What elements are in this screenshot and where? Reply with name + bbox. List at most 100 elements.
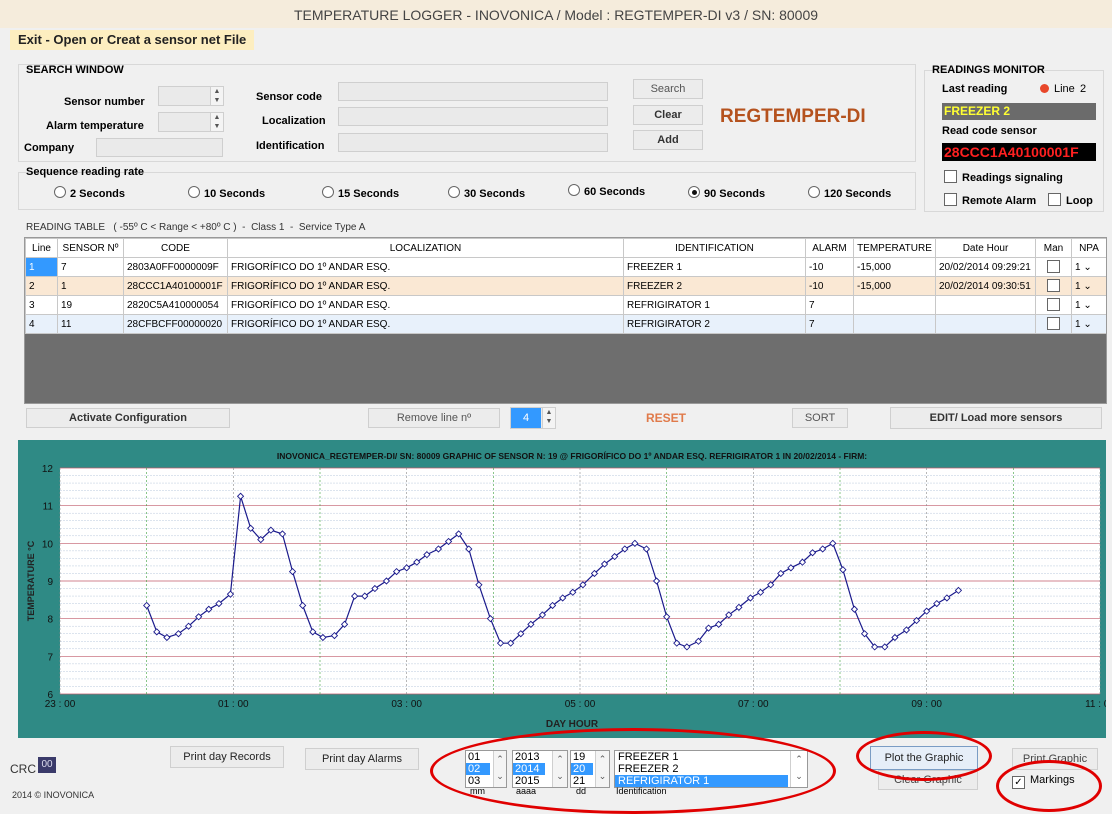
readings-signaling-checkbox[interactable]: Readings signaling	[944, 170, 1063, 184]
column-header[interactable]: CODE	[123, 238, 228, 258]
column-header[interactable]: Date Hour	[935, 238, 1036, 258]
exit-open-file-menu[interactable]: Exit - Open or Creat a sensor net File	[10, 30, 255, 50]
alarm-cell[interactable]: 7	[805, 314, 854, 334]
spinner-arrows-icon[interactable]: ▲ ▼	[542, 408, 555, 428]
radio-icon[interactable]	[54, 186, 66, 198]
column-header[interactable]: Line	[25, 238, 58, 258]
temperature-cell[interactable]: -15,000	[853, 257, 936, 277]
remote-alarm-checkbox[interactable]: Remote Alarm	[944, 193, 1036, 207]
identification-cell[interactable]: REFRIGIRATOR 1	[623, 295, 806, 315]
table-row[interactable]: 4 11 28CFBCFF00000020 FRIGORÍFICO DO 1º …	[25, 314, 1106, 334]
line-cell[interactable]: 2	[25, 276, 58, 296]
column-header[interactable]: ALARM	[805, 238, 854, 258]
temperature-cell[interactable]: -15,000	[853, 276, 936, 296]
column-header[interactable]: SENSOR Nº	[57, 238, 124, 258]
alarm-cell[interactable]: 7	[805, 295, 854, 315]
code-cell[interactable]: 28CFBCFF00000020	[123, 314, 228, 334]
checkbox-icon[interactable]	[1047, 298, 1060, 311]
edit-load-sensors-button[interactable]: EDIT/ Load more sensors	[890, 407, 1102, 429]
remove-line-spinner[interactable]: 4 ▲ ▼	[510, 407, 556, 429]
checkbox-icon[interactable]	[1048, 193, 1061, 206]
column-header[interactable]: LOCALIZATION	[227, 238, 624, 258]
date-cell[interactable]: 20/02/2014 09:29:21	[935, 257, 1036, 277]
rate-option-120s[interactable]: 120 Seconds	[808, 186, 891, 200]
code-cell[interactable]: 2820C5A410000054	[123, 295, 228, 315]
add-button[interactable]: Add	[633, 130, 703, 150]
radio-icon[interactable]	[448, 186, 460, 198]
activate-configuration-button[interactable]: Activate Configuration	[26, 408, 230, 428]
radio-icon[interactable]	[188, 186, 200, 198]
identification-cell[interactable]: FREEZER 2	[623, 276, 806, 296]
npa-cell[interactable]: 1 ⌄	[1071, 276, 1106, 296]
temperature-cell[interactable]	[853, 314, 936, 334]
print-day-records-button[interactable]: Print day Records	[170, 746, 284, 768]
radio-icon[interactable]	[808, 186, 820, 198]
rate-option-90s[interactable]: 90 Seconds	[688, 186, 765, 200]
rate-option-15s[interactable]: 15 Seconds	[322, 186, 399, 200]
sensor-cell[interactable]: 11	[57, 314, 124, 334]
npa-cell[interactable]: 1 ⌄	[1071, 295, 1106, 315]
man-cell[interactable]	[1035, 295, 1072, 315]
code-cell[interactable]: 2803A0FF0000009F	[123, 257, 228, 277]
alarm-cell[interactable]: -10	[805, 276, 854, 296]
rate-option-10s[interactable]: 10 Seconds	[188, 186, 265, 200]
remove-line-button[interactable]: Remove line nº	[368, 408, 500, 428]
localization-field[interactable]	[338, 107, 608, 126]
localization-cell[interactable]: FRIGORÍFICO DO 1º ANDAR ESQ.	[227, 276, 624, 296]
sensor-number-spinner[interactable]: ▲ ▼	[158, 86, 224, 106]
rate-option-2s[interactable]: 2 Seconds	[54, 186, 125, 200]
chevron-down-icon[interactable]: ⌄	[1083, 281, 1091, 292]
identification-cell[interactable]: REFRIGIRATOR 2	[623, 314, 806, 334]
sort-button[interactable]: SORT	[792, 408, 848, 428]
radio-selected-icon[interactable]	[688, 186, 700, 198]
localization-cell[interactable]: FRIGORÍFICO DO 1º ANDAR ESQ.	[227, 257, 624, 277]
spinner-arrows-icon[interactable]: ▲ ▼	[210, 113, 223, 131]
table-row[interactable]: 2 1 28CCC1A40100001F FRIGORÍFICO DO 1º A…	[25, 276, 1106, 296]
column-header[interactable]: IDENTIFICATION	[623, 238, 806, 258]
identification-field[interactable]	[338, 133, 608, 152]
sensor-cell[interactable]: 19	[57, 295, 124, 315]
checkbox-icon[interactable]	[1047, 260, 1060, 273]
line-cell[interactable]: 1	[25, 257, 58, 277]
reset-button[interactable]: RESET	[646, 411, 686, 425]
checkbox-icon[interactable]	[944, 170, 957, 183]
npa-cell[interactable]: 1 ⌄	[1071, 314, 1106, 334]
chevron-down-icon[interactable]: ⌄	[1083, 262, 1091, 273]
identification-cell[interactable]: FREEZER 1	[623, 257, 806, 277]
npa-cell[interactable]: 1 ⌄	[1071, 257, 1106, 277]
date-cell[interactable]	[935, 314, 1036, 334]
table-row[interactable]: 1 7 2803A0FF0000009F FRIGORÍFICO DO 1º A…	[25, 257, 1106, 277]
column-header[interactable]: TEMPERATURE	[853, 238, 936, 258]
spinner-arrows-icon[interactable]: ▲ ▼	[210, 87, 223, 105]
date-cell[interactable]: 20/02/2014 09:30:51	[935, 276, 1036, 296]
code-cell[interactable]: 28CCC1A40100001F	[123, 276, 228, 296]
table-row[interactable]: 3 19 2820C5A410000054 FRIGORÍFICO DO 1º …	[25, 295, 1106, 315]
checkbox-icon[interactable]	[944, 193, 957, 206]
alarm-cell[interactable]: -10	[805, 257, 854, 277]
clear-button[interactable]: Clear	[633, 105, 703, 125]
localization-cell[interactable]: FRIGORÍFICO DO 1º ANDAR ESQ.	[227, 314, 624, 334]
sensor-cell[interactable]: 7	[57, 257, 124, 277]
temperature-cell[interactable]	[853, 295, 936, 315]
loop-checkbox[interactable]: Loop	[1048, 193, 1093, 207]
sensor-code-field[interactable]	[338, 82, 608, 101]
line-cell[interactable]: 3	[25, 295, 58, 315]
checkbox-icon[interactable]	[1047, 279, 1060, 292]
search-button[interactable]: Search	[633, 79, 703, 99]
man-cell[interactable]	[1035, 276, 1072, 296]
alarm-temperature-spinner[interactable]: ▲ ▼	[158, 112, 224, 132]
man-cell[interactable]	[1035, 257, 1072, 277]
line-cell[interactable]: 4	[25, 314, 58, 334]
column-header[interactable]: Man	[1035, 238, 1072, 258]
chevron-down-icon[interactable]: ⌄	[1083, 319, 1091, 330]
company-field[interactable]	[96, 138, 223, 157]
man-cell[interactable]	[1035, 314, 1072, 334]
chevron-down-icon[interactable]: ⌄	[1083, 300, 1091, 311]
localization-cell[interactable]: FRIGORÍFICO DO 1º ANDAR ESQ.	[227, 295, 624, 315]
sensor-cell[interactable]: 1	[57, 276, 124, 296]
remove-line-value[interactable]: 4	[511, 408, 541, 428]
radio-icon[interactable]	[568, 184, 580, 196]
rate-option-30s[interactable]: 30 Seconds	[448, 186, 525, 200]
column-header[interactable]: NPA	[1071, 238, 1106, 258]
print-day-alarms-button[interactable]: Print day Alarms	[305, 748, 419, 770]
